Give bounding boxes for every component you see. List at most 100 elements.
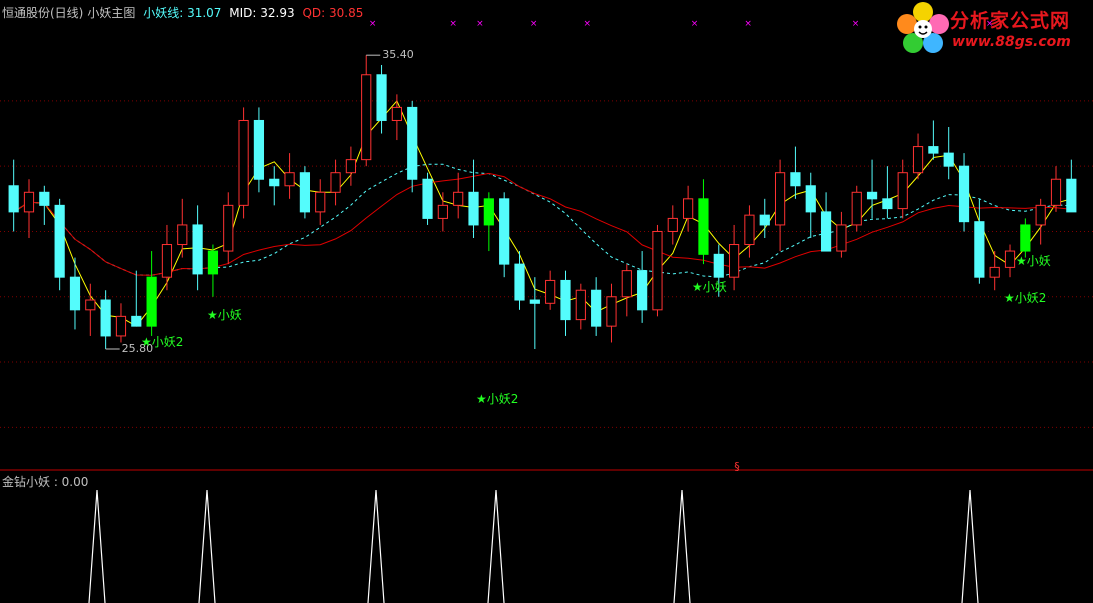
candle-body: [330, 172, 341, 193]
candle-body: [790, 172, 801, 187]
candle-body: [115, 315, 127, 337]
candle-body: [238, 119, 249, 206]
candle-body: [591, 289, 602, 327]
site-logo: 分析家公式网 www.88gs.com: [892, 0, 1092, 58]
candle-body: [606, 296, 617, 327]
candle-body: [131, 315, 142, 327]
candle-body: [958, 165, 970, 223]
logo-url: www.88gs.com: [952, 34, 1071, 50]
signal-spike: [487, 489, 505, 603]
candle-body: [575, 289, 586, 321]
candle-body: [468, 191, 479, 226]
candle-body: [284, 172, 295, 187]
xiaoyao-line-value: 小妖线: 31.07: [143, 6, 222, 20]
candle-body: [391, 106, 402, 121]
candle-body: [713, 253, 724, 278]
candle-body: [1004, 250, 1016, 268]
candle-body: [866, 191, 878, 200]
candle-body: [744, 214, 755, 246]
main-header: 恒通股份(日线) 小妖主图 小妖线: 31.07 MID: 32.93 QD: 3…: [2, 4, 367, 21]
candle-body: [759, 214, 770, 226]
candle-body: [621, 270, 632, 298]
stock-name: 恒通股份(日线): [2, 6, 84, 20]
candle-body: [729, 244, 740, 278]
candle-body: [69, 276, 81, 311]
mid-value: MID: 32.93: [229, 6, 295, 20]
candle-body: [422, 178, 433, 219]
signal-spike: [198, 489, 216, 603]
candle-body: [545, 279, 556, 304]
candle-body: [376, 74, 387, 121]
signal-label: ★小妖2: [476, 392, 519, 406]
cross-marker: ×: [449, 19, 457, 29]
candle-body: [851, 191, 862, 226]
cross-marker: ×: [530, 19, 538, 29]
signal-label: ★小妖: [207, 308, 242, 322]
candle-body: [8, 185, 19, 213]
candle-body: [1020, 224, 1031, 252]
candle-body: [315, 191, 326, 213]
candle-body: [437, 204, 448, 219]
candle-body: [361, 74, 372, 161]
candle-body: [805, 185, 816, 213]
candle-body: [453, 191, 464, 206]
candle-body: [161, 244, 173, 278]
candle-body: [146, 276, 157, 327]
qd-value: QD: 30.85: [302, 6, 364, 20]
fast-line: [13, 99, 1072, 327]
mid-line: [13, 172, 1072, 276]
cross-marker: ×: [744, 19, 752, 29]
candle-body: [85, 299, 96, 311]
candle-body: [177, 224, 188, 246]
candle-body: [100, 299, 111, 337]
high-price-label: 35.40: [382, 48, 414, 62]
cross-marker: ×: [852, 19, 860, 29]
candle-body: [269, 178, 280, 187]
candle-body: [667, 217, 678, 232]
candle-body: [698, 198, 709, 255]
split-marker: §: [734, 460, 740, 473]
candle-body: [499, 198, 510, 265]
qd-line: [13, 163, 1072, 278]
candle-body: [345, 159, 356, 174]
indicator-name: 小妖主图: [87, 6, 136, 20]
cross-marker: ×: [369, 19, 377, 29]
signal-label: ★小妖: [1016, 254, 1051, 268]
signal-label: ★小妖: [692, 280, 727, 294]
candle-body: [23, 191, 35, 213]
candle-body: [943, 152, 954, 167]
candle-body: [207, 250, 219, 275]
cross-marker: ×: [583, 19, 591, 29]
candle-body: [39, 191, 50, 206]
signal-label: ★小妖2: [141, 335, 184, 349]
flower-icon: [897, 2, 949, 53]
candle-body: [407, 106, 418, 180]
candle-body: [652, 230, 663, 311]
candle-body: [529, 299, 540, 304]
signal-spike: [88, 489, 106, 603]
candle-body: [774, 172, 786, 226]
candle-body: [637, 270, 648, 311]
candle-body: [1066, 178, 1077, 213]
candle-body: [560, 279, 571, 321]
candle-body: [1050, 178, 1062, 206]
candle-body: [514, 263, 525, 301]
candle-body: [897, 172, 908, 210]
signal-label: ★小妖2: [1004, 291, 1047, 305]
cross-marker: ×: [691, 19, 699, 29]
candle-body: [192, 224, 203, 275]
candle-body: [989, 266, 1000, 278]
candle-body: [836, 224, 847, 252]
candle-body: [928, 146, 939, 154]
candlestick-chart: ××××××××××§: [0, 19, 1093, 603]
candle-body: [683, 198, 694, 219]
candle-body: [483, 198, 494, 226]
candle-body: [912, 146, 924, 174]
candle-body: [820, 211, 832, 252]
signal-spike: [367, 489, 385, 603]
candle-body: [223, 204, 234, 252]
candle-body: [54, 204, 65, 278]
candle-body: [1035, 204, 1046, 226]
logo-title: 分析家公式网: [950, 10, 1071, 32]
candle-body: [299, 172, 311, 213]
